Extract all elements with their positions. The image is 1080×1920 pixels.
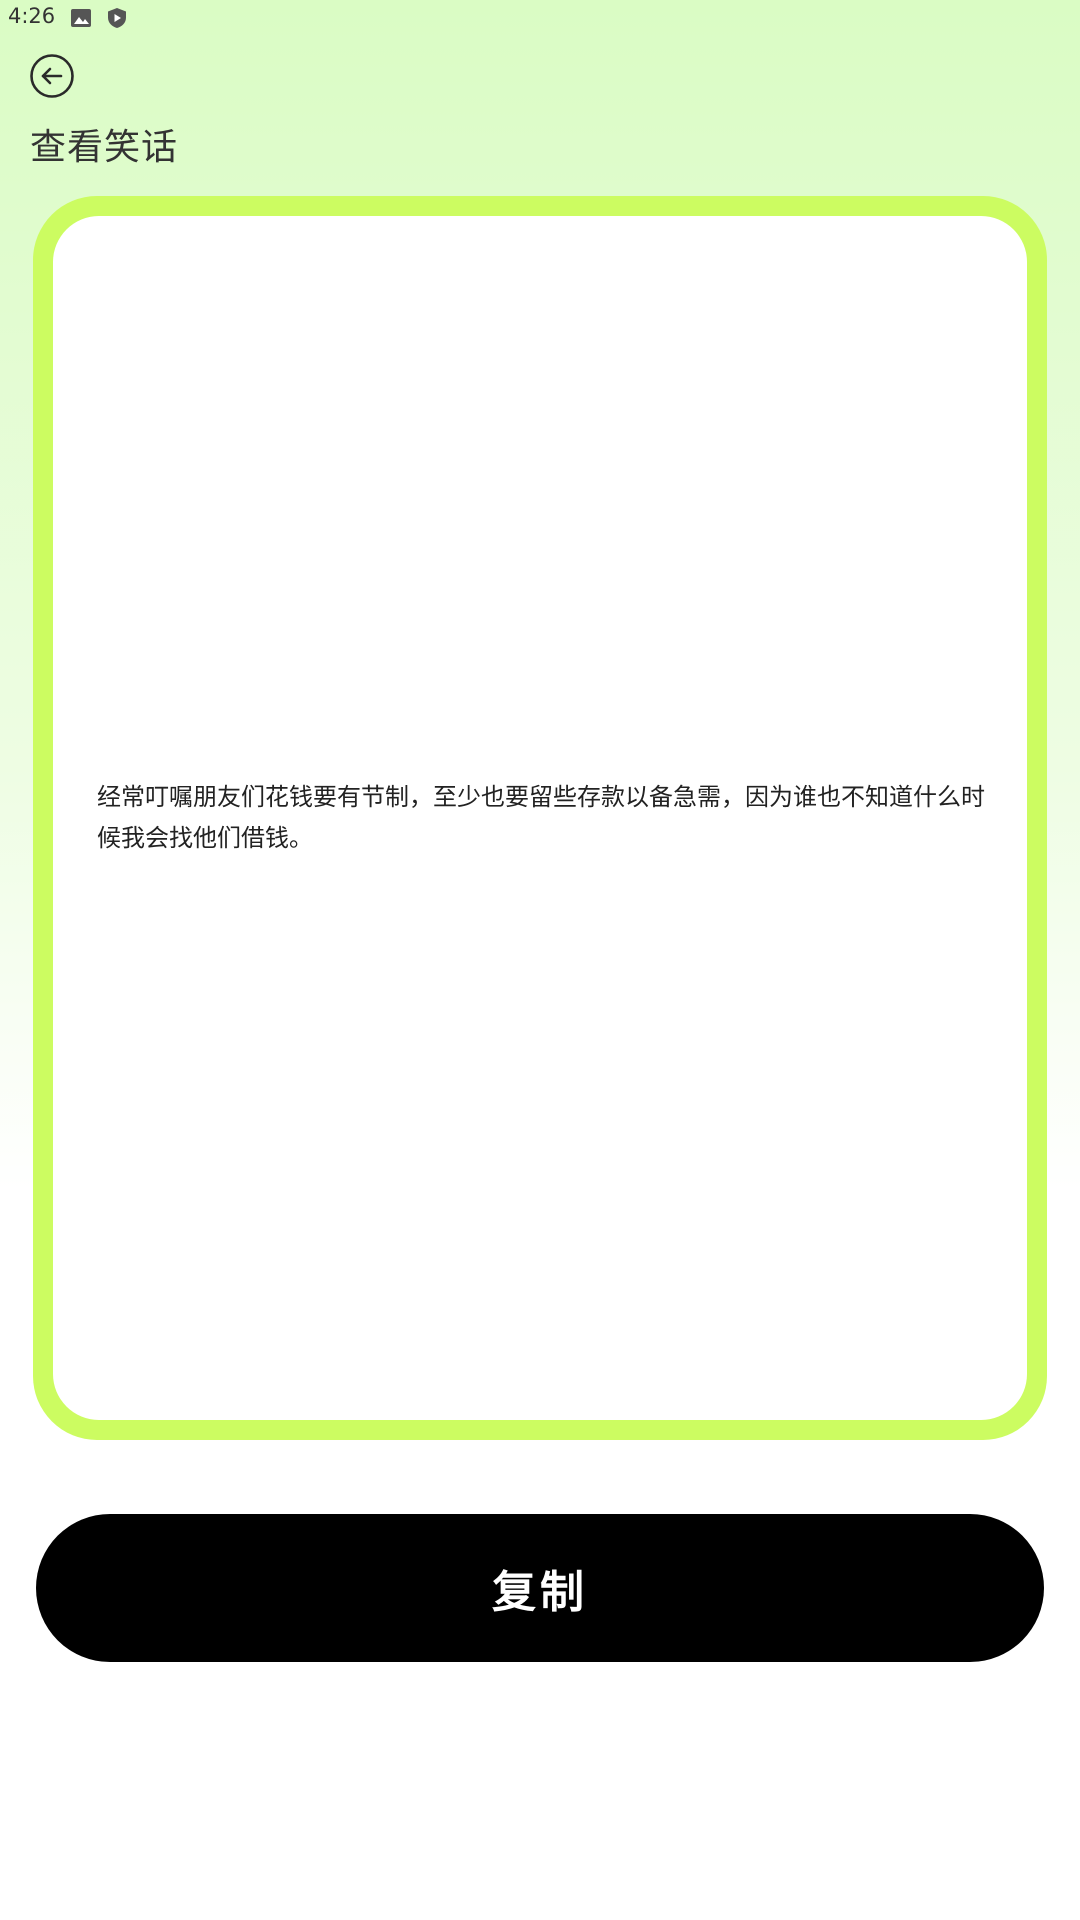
joke-card-content: 经常叮嘱朋友们花钱要有节制，至少也要留些存款以备急需，因为谁也不知道什么时候我会… (53, 216, 1027, 1420)
back-button[interactable] (29, 53, 75, 99)
status-bar: 4:26 (0, 0, 1080, 36)
joke-text: 经常叮嘱朋友们花钱要有节制，至少也要留些存款以备急需，因为谁也不知道什么时候我会… (97, 783, 985, 852)
joke-card: 经常叮嘱朋友们花钱要有节制，至少也要留些存款以备急需，因为谁也不知道什么时候我会… (33, 196, 1047, 1440)
image-icon (70, 7, 92, 29)
page-title: 查看笑话 (30, 127, 179, 168)
shield-icon (106, 7, 128, 29)
arrow-left-circle-icon (30, 54, 74, 98)
status-time: 4:26 (8, 4, 56, 28)
copy-button[interactable]: 复制 (36, 1514, 1044, 1662)
